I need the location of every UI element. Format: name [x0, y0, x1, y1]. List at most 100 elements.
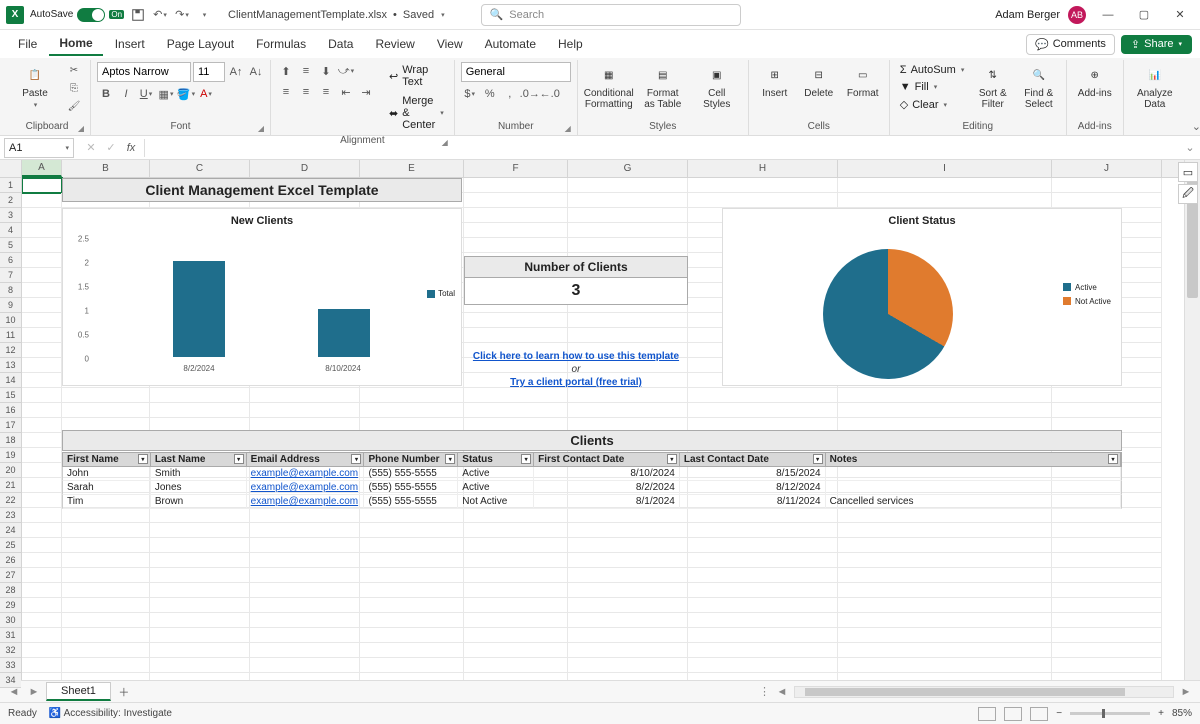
- merge-center-button[interactable]: ⬌Merge & Center▾: [385, 93, 448, 133]
- copy-icon[interactable]: ⎘: [64, 80, 84, 96]
- tab-formulas[interactable]: Formulas: [246, 33, 316, 55]
- th-notes[interactable]: Notes▾: [826, 453, 1121, 466]
- spreadsheet-grid[interactable]: 1234567891011121314151617181920212223242…: [0, 160, 1200, 680]
- maximize-icon[interactable]: ▢: [1130, 1, 1158, 29]
- sheet-nav-next-icon[interactable]: ►: [26, 684, 42, 700]
- dialog-launcher-icon[interactable]: ◢: [565, 124, 571, 133]
- th-last-contact[interactable]: Last Contact Date▾: [680, 453, 826, 466]
- align-middle-icon[interactable]: ≡: [297, 62, 315, 80]
- sheet-tab[interactable]: Sheet1: [46, 682, 111, 701]
- share-button[interactable]: ⇪Share▾: [1121, 35, 1192, 54]
- hscroll-left-icon[interactable]: ◄: [774, 684, 790, 700]
- filter-icon[interactable]: ▾: [813, 454, 823, 464]
- collapse-ribbon-icon[interactable]: ⌄: [1186, 118, 1200, 135]
- font-color-button[interactable]: A▾: [197, 85, 215, 103]
- tab-help[interactable]: Help: [548, 33, 593, 55]
- email-link[interactable]: example@example.com: [251, 482, 358, 493]
- col-header-G[interactable]: G: [568, 160, 688, 177]
- row-header[interactable]: 26: [0, 553, 21, 568]
- filter-icon[interactable]: ▾: [445, 454, 455, 464]
- tab-automate[interactable]: Automate: [475, 33, 546, 55]
- row-header[interactable]: 9: [0, 298, 21, 313]
- bar-chart-new-clients[interactable]: New Clients 0 0.5 1 1.5 2 2.5 8/2/2024 8…: [62, 208, 462, 386]
- decrease-decimal-icon[interactable]: ←.0: [541, 85, 559, 103]
- row-header[interactable]: 20: [0, 463, 21, 478]
- italic-button[interactable]: I: [117, 85, 135, 103]
- align-top-icon[interactable]: ⬆: [277, 62, 295, 80]
- toggle-on-icon[interactable]: [77, 8, 105, 22]
- align-center-icon[interactable]: ≡: [297, 83, 315, 101]
- row-header[interactable]: 11: [0, 328, 21, 343]
- dialog-launcher-icon[interactable]: ◢: [258, 124, 264, 133]
- fill-button[interactable]: ▼Fill▾: [896, 79, 968, 95]
- col-header-H[interactable]: H: [688, 160, 838, 177]
- indent-decrease-icon[interactable]: ⇤: [337, 83, 355, 101]
- email-link[interactable]: example@example.com: [251, 496, 358, 507]
- th-email[interactable]: Email Address▾: [247, 453, 365, 466]
- format-as-table-button[interactable]: ▤Format as Table: [638, 62, 688, 112]
- row-header[interactable]: 22: [0, 493, 21, 508]
- row-header[interactable]: 31: [0, 628, 21, 643]
- analyze-data-button[interactable]: 📊Analyze Data: [1130, 62, 1180, 112]
- autosum-button[interactable]: ΣAutoSum▾: [896, 62, 968, 78]
- clients-table[interactable]: First Name▾ Last Name▾ Email Address▾ Ph…: [62, 452, 1122, 509]
- select-all-triangle[interactable]: [0, 160, 21, 178]
- percent-icon[interactable]: %: [481, 85, 499, 103]
- search-input[interactable]: 🔍 Search: [481, 4, 741, 26]
- paste-button[interactable]: 📋 Paste▾: [10, 62, 60, 111]
- row-header[interactable]: 33: [0, 658, 21, 673]
- th-last-name[interactable]: Last Name▾: [151, 453, 247, 466]
- col-header-C[interactable]: C: [150, 160, 250, 177]
- align-bottom-icon[interactable]: ⬇: [317, 62, 335, 80]
- filter-icon[interactable]: ▾: [351, 454, 361, 464]
- wrap-text-button[interactable]: ↩Wrap Text: [385, 62, 448, 90]
- row-header[interactable]: 12: [0, 343, 21, 358]
- col-header-A[interactable]: A: [22, 160, 62, 177]
- minimize-icon[interactable]: —: [1094, 1, 1122, 29]
- align-left-icon[interactable]: ≡: [277, 83, 295, 101]
- col-header-E[interactable]: E: [360, 160, 464, 177]
- row-header[interactable]: 19: [0, 448, 21, 463]
- row-header[interactable]: 10: [0, 313, 21, 328]
- row-header[interactable]: 13: [0, 358, 21, 373]
- dialog-launcher-icon[interactable]: ◢: [442, 138, 448, 147]
- row-header[interactable]: 6: [0, 253, 21, 268]
- find-select-button[interactable]: 🔍Find & Select: [1018, 62, 1060, 112]
- col-header-D[interactable]: D: [250, 160, 360, 177]
- dialog-launcher-icon[interactable]: ◢: [78, 124, 84, 133]
- col-header-F[interactable]: F: [464, 160, 568, 177]
- row-header[interactable]: 30: [0, 613, 21, 628]
- row-header[interactable]: 7: [0, 268, 21, 283]
- insert-cells-button[interactable]: ⊞Insert: [755, 62, 795, 101]
- table-row[interactable]: JohnSmithexample@example.com(555) 555-55…: [62, 467, 1122, 481]
- expand-formula-bar-icon[interactable]: ⌄: [1180, 141, 1200, 154]
- row-header[interactable]: 25: [0, 538, 21, 553]
- filter-icon[interactable]: ▾: [234, 454, 244, 464]
- name-box[interactable]: A1▾: [4, 138, 74, 158]
- decrease-font-icon[interactable]: A↓: [247, 63, 265, 81]
- row-header[interactable]: 23: [0, 508, 21, 523]
- align-right-icon[interactable]: ≡: [317, 83, 335, 101]
- orientation-icon[interactable]: ⤻▾: [337, 62, 355, 80]
- row-header[interactable]: 21: [0, 478, 21, 493]
- pie-chart-client-status[interactable]: Client Status Active Not Active: [722, 208, 1122, 386]
- th-status[interactable]: Status▾: [458, 453, 534, 466]
- user-name[interactable]: Adam Berger: [995, 9, 1060, 21]
- number-format-select[interactable]: [461, 62, 571, 82]
- save-icon[interactable]: [130, 7, 146, 23]
- learn-template-link[interactable]: Click here to learn how to use this temp…: [464, 350, 688, 363]
- vertical-scrollbar[interactable]: [1184, 160, 1200, 680]
- tab-review[interactable]: Review: [365, 33, 424, 55]
- tab-view[interactable]: View: [427, 33, 473, 55]
- hscroll-right-icon[interactable]: ►: [1178, 684, 1194, 700]
- font-size-select[interactable]: [193, 62, 225, 82]
- autosave-toggle[interactable]: AutoSave On: [30, 8, 124, 22]
- row-header[interactable]: 8: [0, 283, 21, 298]
- tab-file[interactable]: File: [8, 33, 47, 55]
- currency-icon[interactable]: $▾: [461, 85, 479, 103]
- row-header[interactable]: 5: [0, 238, 21, 253]
- indent-increase-icon[interactable]: ⇥: [357, 83, 375, 101]
- row-header[interactable]: 27: [0, 568, 21, 583]
- tab-home[interactable]: Home: [49, 32, 102, 56]
- clear-button[interactable]: ◇Clear▾: [896, 96, 968, 113]
